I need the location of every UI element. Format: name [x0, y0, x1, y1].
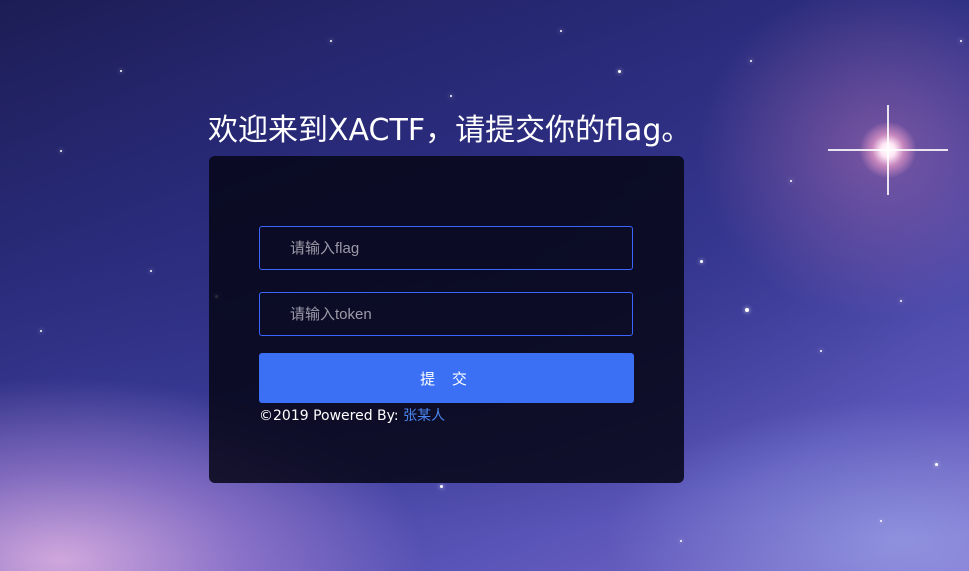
login-panel: 提 交 ©2019 Powered By: 张某人 [209, 156, 684, 483]
footer-credit: ©2019 Powered By: 张某人 [259, 405, 445, 425]
token-input[interactable] [259, 292, 633, 336]
submit-button[interactable]: 提 交 [259, 353, 634, 403]
flag-input[interactable] [259, 226, 633, 270]
page-title: 欢迎来到XACTF，请提交你的flag。 [208, 113, 692, 148]
footer-text: ©2019 Powered By: [259, 408, 404, 424]
star-flare-icon [828, 105, 948, 195]
author-link[interactable]: 张某人 [403, 408, 445, 424]
